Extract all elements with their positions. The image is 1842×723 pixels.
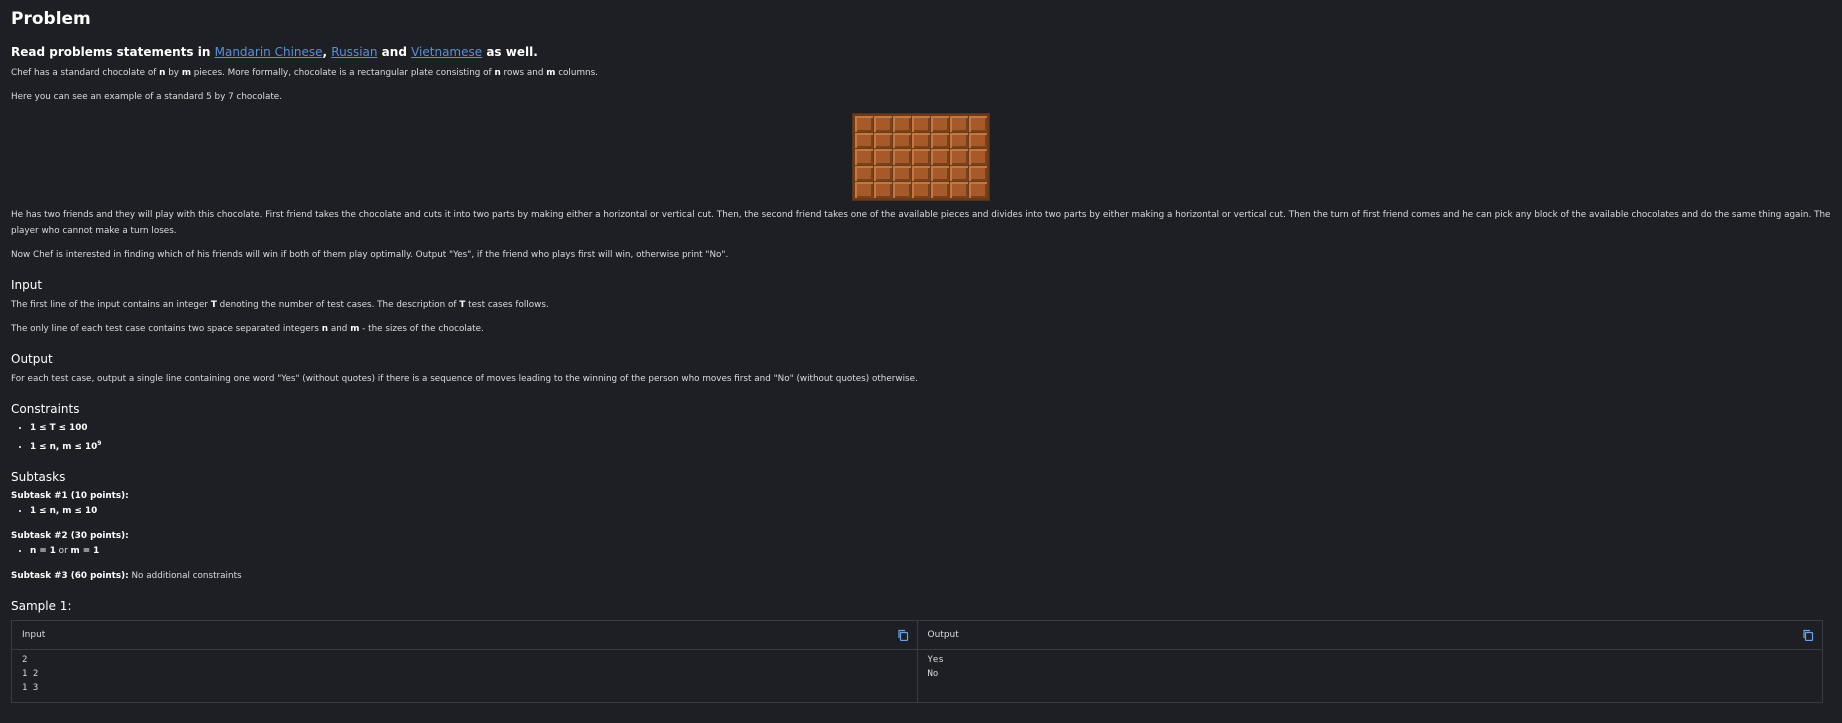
chocolate-piece [893, 182, 911, 198]
statement-suffix: as well. [486, 45, 538, 59]
chocolate-piece [893, 165, 911, 182]
statement-languages: Read problems statements in Mandarin Chi… [11, 44, 1831, 60]
chocolate-piece [912, 116, 930, 132]
chocolate-piece [874, 165, 892, 182]
link-vietnamese[interactable]: Vietnamese [411, 45, 482, 59]
chocolate-piece [893, 149, 911, 165]
chocolate-piece [874, 149, 892, 165]
chocolate-bar-image [852, 113, 990, 201]
page-title: Problem [11, 9, 91, 29]
chocolate-piece [855, 182, 873, 198]
chocolate-piece [969, 182, 987, 198]
paragraph-task: Now Chef is interested in finding which … [11, 249, 729, 260]
paragraph-game-rules: He has two friends and they will play wi… [11, 209, 1831, 236]
chocolate-piece [969, 116, 987, 132]
chocolate-piece [969, 132, 987, 149]
chocolate-piece [893, 132, 911, 149]
subtask-3: Subtask #3 (60 points): No additional co… [11, 570, 242, 581]
chocolate-piece [950, 132, 968, 149]
output-heading: Output [11, 351, 53, 366]
sample-input-header: Input [12, 621, 917, 650]
chocolate-piece [912, 149, 930, 165]
chocolate-piece [874, 182, 892, 198]
input-heading: Input [11, 277, 43, 292]
subtask-1-list: 1 ≤ n, m ≤ 10 [11, 504, 1831, 519]
chocolate-piece [912, 165, 930, 182]
sample-input-label: Input [22, 629, 46, 640]
copy-icon[interactable] [897, 629, 909, 641]
subtask-1-title: Subtask #1 (10 points): [11, 490, 129, 501]
link-russian[interactable]: Russian [331, 45, 377, 59]
subtask-2-title: Subtask #2 (30 points): [11, 530, 129, 541]
statement-and: and [381, 45, 407, 59]
sample-heading: Sample 1: [11, 598, 72, 613]
chocolate-piece [855, 116, 873, 132]
chocolate-piece [855, 165, 873, 182]
chocolate-piece [931, 132, 949, 149]
copy-icon[interactable] [1802, 629, 1814, 641]
problem-page: Problem Read problems statements in Mand… [0, 0, 1842, 703]
chocolate-piece [950, 116, 968, 132]
output-paragraph: For each test case, output a single line… [11, 373, 918, 384]
statement-sep: , [322, 45, 328, 59]
constraints-list: 1 ≤ T ≤ 100 1 ≤ n, m ≤ 109 [11, 421, 1831, 455]
sample-input-text: 2 1 2 1 3 [22, 654, 39, 693]
chocolate-piece [969, 165, 987, 182]
sample-output-text: Yes No [927, 654, 944, 679]
chocolate-piece [912, 132, 930, 149]
paragraph-chocolate-definition: Chef has a standard chocolate of n by m … [11, 68, 598, 78]
sample-input-column: Input 2 1 2 1 3 [12, 621, 917, 702]
chocolate-piece [950, 182, 968, 198]
constraint-item: 1 ≤ n, m ≤ 109 [30, 436, 1831, 455]
chocolate-piece [931, 116, 949, 132]
subtask-1-item: 1 ≤ n, m ≤ 10 [30, 504, 1831, 519]
chocolate-piece [969, 149, 987, 165]
constraints-heading: Constraints [11, 401, 80, 416]
chocolate-piece [950, 165, 968, 182]
paragraph-example: Here you can see an example of a standar… [11, 92, 282, 102]
sample-table: Input 2 1 2 1 3 Output Yes No [11, 619, 1823, 703]
chocolate-piece [855, 132, 873, 149]
chocolate-piece [950, 149, 968, 165]
input-paragraph-1: The first line of the input contains an … [11, 299, 549, 310]
chocolate-piece [931, 149, 949, 165]
chocolate-piece [874, 132, 892, 149]
sample-output-header: Output [917, 621, 1822, 650]
link-mandarin-chinese[interactable]: Mandarin Chinese [215, 45, 323, 59]
input-paragraph-2: The only line of each test case contains… [11, 323, 484, 334]
statement-prefix: Read problems statements in [11, 45, 211, 59]
chocolate-piece [912, 182, 930, 198]
sample-output-column: Output Yes No [916, 620, 1822, 702]
chocolate-piece [893, 116, 911, 132]
subtask-2-item: n = 1 or m = 1 [30, 544, 1831, 559]
sample-output-label: Output [927, 629, 959, 640]
chocolate-image-container [11, 113, 1831, 201]
chocolate-piece [874, 116, 892, 132]
subtask-2-list: n = 1 or m = 1 [11, 544, 1831, 559]
chocolate-piece [931, 165, 949, 182]
chocolate-piece [855, 149, 873, 165]
chocolate-piece [931, 182, 949, 198]
constraint-item: 1 ≤ T ≤ 100 [30, 421, 1831, 436]
subtasks-heading: Subtasks [11, 469, 66, 484]
